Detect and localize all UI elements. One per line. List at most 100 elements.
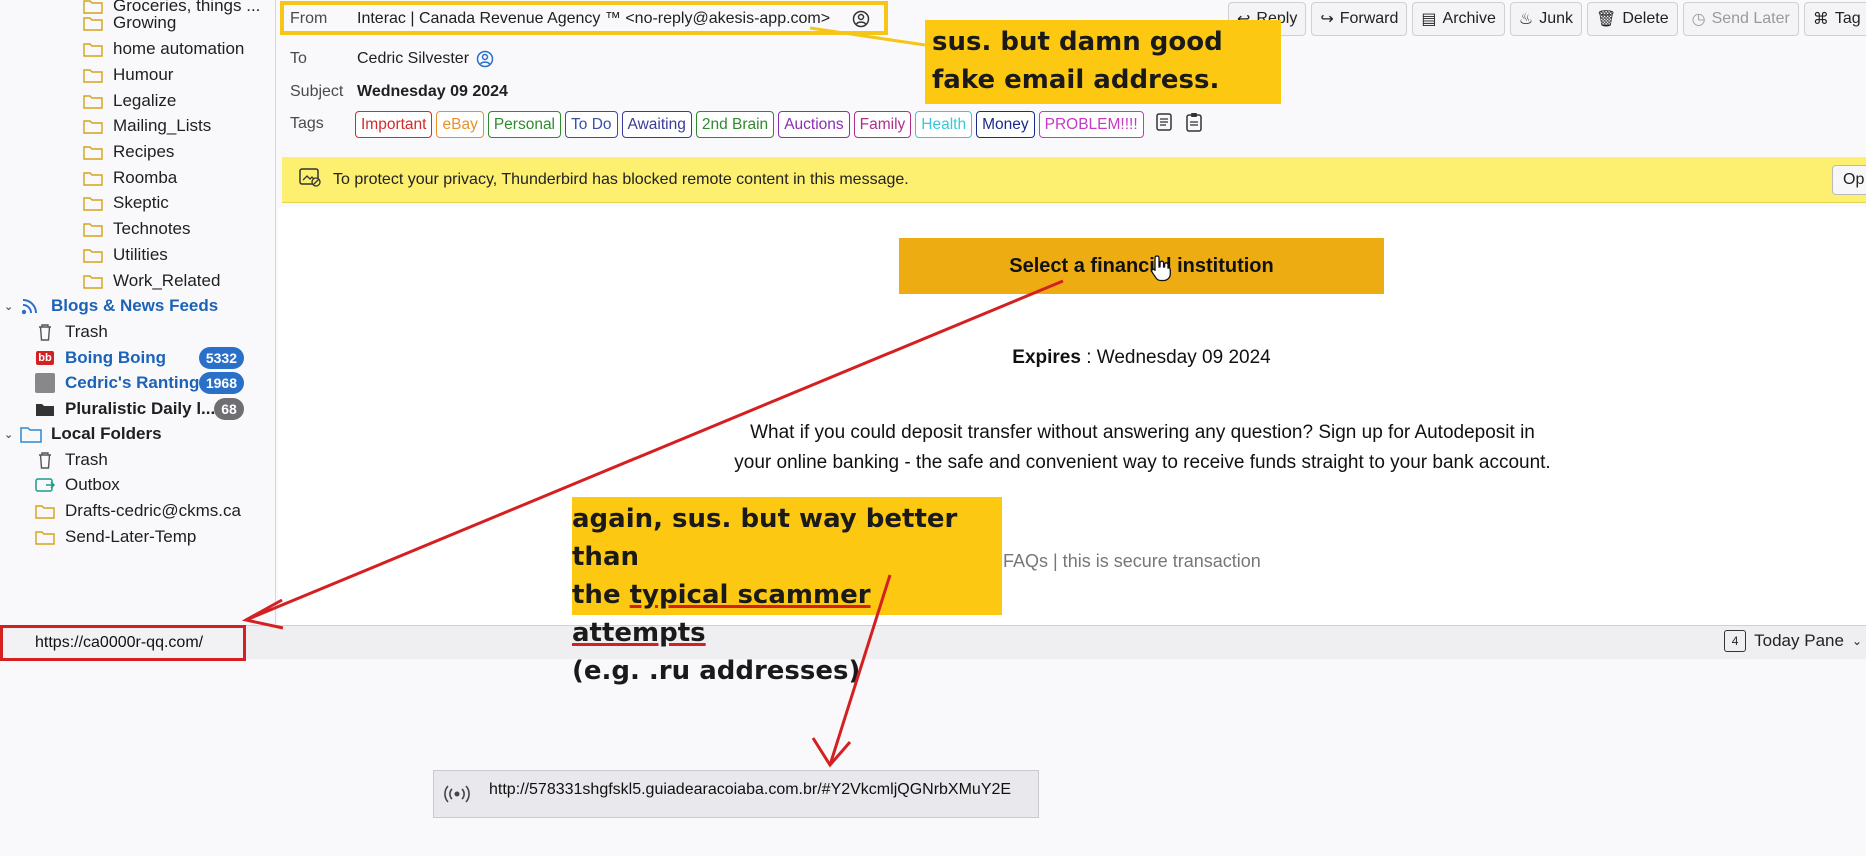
today-pane-label: Today Pane — [1754, 631, 1844, 650]
rss-feed-icon — [20, 297, 42, 315]
archive-icon: ▤ — [1421, 11, 1437, 28]
message-blurb: What if you could deposit transfer witho… — [734, 422, 1551, 473]
folder-label: Humour — [113, 65, 174, 84]
folder-label: Trash — [65, 450, 108, 469]
tag-personal[interactable]: Personal — [487, 111, 562, 138]
tag-list: Important eBay Personal To Do Awaiting 2… — [355, 111, 1204, 138]
local-trash[interactable]: Trash — [0, 447, 108, 473]
folder-label: Roomba — [113, 168, 178, 187]
tag-2nd-brain[interactable]: 2nd Brain — [695, 111, 775, 138]
trash-icon — [34, 323, 56, 341]
folder-label: Outbox — [65, 475, 120, 494]
today-pane-toggle[interactable]: 4 Today Pane ⌄ — [1724, 630, 1866, 652]
chevron-down-icon: ⌄ — [1851, 634, 1862, 648]
to-value[interactable]: Cedric Silvester — [357, 50, 469, 68]
clipboard-icon[interactable] — [1184, 112, 1204, 137]
avatar-icon — [34, 373, 56, 393]
folder-pane: Groceries, things ... Growing home autom… — [0, 0, 276, 625]
folder-label: Technotes — [113, 219, 191, 238]
tag-problem[interactable]: PROBLEM!!!! — [1038, 111, 1144, 138]
folder-utilities[interactable]: Utilities — [0, 242, 168, 268]
archive-button[interactable]: ▤ Archive — [1412, 2, 1505, 36]
trash-icon: 🗑 — [1596, 11, 1617, 28]
annotation-line: (e.g. .ru addresses) — [572, 656, 861, 686]
folder-mailing-lists[interactable]: Mailing_Lists — [0, 113, 211, 139]
feed-cedrics-rantings[interactable]: Cedric's Rantings 1968 — [0, 370, 262, 396]
folder-icon — [20, 425, 42, 443]
folder-icon — [82, 143, 104, 161]
tag-auctions[interactable]: Auctions — [778, 111, 850, 138]
broadcast-icon — [444, 785, 470, 808]
junk-button[interactable]: ♨ Junk — [1509, 2, 1583, 36]
tag-todo[interactable]: To Do — [565, 111, 618, 138]
folder-icon — [82, 66, 104, 84]
tag-health[interactable]: Health — [915, 111, 973, 138]
folder-label: Skeptic — [113, 193, 169, 212]
annotation-line: the typical scammer attempts — [572, 580, 871, 648]
folder-icon — [82, 40, 104, 58]
annotation-note-1: sus. but damn good fake email address. — [925, 20, 1281, 104]
feed-boing-boing[interactable]: bb Boing Boing 5332 — [0, 345, 262, 371]
folder-label: Work_Related — [113, 271, 221, 290]
folder-label: Utilities — [113, 245, 168, 264]
phishing-url: http://578331shgfskl5.guiadearacoiaba.co… — [489, 781, 1012, 798]
feed-trash[interactable]: Trash — [0, 319, 108, 345]
folder-label: Send-Later-Temp — [65, 527, 197, 546]
junk-icon: ♨ — [1518, 11, 1534, 28]
expires-value: : Wednesday 09 2024 — [1080, 347, 1271, 368]
folder-skeptic[interactable]: Skeptic — [0, 190, 169, 216]
second-status-strip: http://578331shgfskl5.guiadearacoiaba.co… — [433, 770, 1039, 818]
send-later-button[interactable]: ◷ Send Later — [1682, 2, 1799, 36]
folder-technotes[interactable]: Technotes — [0, 216, 191, 242]
local-send-later-temp[interactable]: Send-Later-Temp — [0, 524, 196, 550]
folder-legalize[interactable]: Legalize — [0, 88, 176, 114]
local-drafts[interactable]: Drafts-cedric@ckms.ca — [0, 498, 241, 524]
thunderbird-window: Groceries, things ... Growing home autom… — [0, 0, 1866, 856]
folder-icon — [82, 272, 104, 290]
arrowhead — [811, 737, 852, 768]
faqs-link[interactable]: FAQs | this is secure transaction — [1003, 551, 1261, 572]
subject-value: Wednesday 09 2024 — [357, 83, 508, 100]
forward-button[interactable]: ↪ Forward — [1311, 2, 1408, 36]
folder-icon — [34, 502, 56, 520]
tags-label: Tags — [290, 115, 324, 132]
tag-important[interactable]: Important — [355, 111, 433, 138]
tag-awaiting[interactable]: Awaiting — [621, 111, 692, 138]
tag-ebay[interactable]: eBay — [436, 111, 484, 138]
unread-count-badge: 5332 — [198, 347, 244, 369]
account-label: Local Folders — [51, 424, 162, 443]
folder-home-automation[interactable]: home automation — [0, 36, 244, 62]
chevron-down-icon[interactable]: ⌄ — [4, 428, 14, 441]
annotation-line: again, sus. but way better than — [572, 504, 958, 572]
folder-growing[interactable]: Growing — [0, 10, 176, 36]
chevron-down-icon[interactable]: ⌄ — [4, 300, 14, 313]
tag-button[interactable]: ⌘ Tag — [1803, 2, 1866, 36]
folder-label: home automation — [113, 39, 245, 58]
folder-humour[interactable]: Humour — [0, 62, 173, 88]
local-outbox[interactable]: Outbox — [0, 472, 120, 498]
options-button[interactable]: Op — [1832, 165, 1866, 195]
tag-family[interactable]: Family — [853, 111, 912, 138]
folder-icon — [82, 92, 104, 110]
folder-work-related[interactable]: Work_Related — [0, 268, 220, 294]
folder-recipes[interactable]: Recipes — [0, 139, 174, 165]
notification-text: To protect your privacy, Thunderbird has… — [333, 170, 909, 188]
folder-label: Growing — [113, 13, 177, 32]
folder-icon — [82, 246, 104, 264]
expires-label: Expires — [1012, 347, 1081, 368]
tag-icon: ⌘ — [1812, 11, 1829, 28]
subject-label: Subject — [290, 83, 344, 100]
folder-filled-icon — [34, 400, 56, 418]
unread-count-badge: 1968 — [198, 372, 244, 394]
notes-icon[interactable] — [1154, 112, 1174, 137]
feed-pluralistic[interactable]: Pluralistic Daily l... 68 — [0, 396, 262, 422]
folder-roomba[interactable]: Roomba — [0, 165, 177, 191]
account-blogs-news-feeds[interactable]: ⌄ Blogs & News Feeds — [0, 293, 218, 319]
account-label: Blogs & News Feeds — [51, 296, 219, 315]
account-local-folders[interactable]: ⌄ Local Folders — [0, 421, 162, 447]
folder-label: Boing Boing — [65, 348, 167, 367]
tag-money[interactable]: Money — [976, 111, 1035, 138]
contact-icon[interactable] — [476, 50, 494, 73]
select-institution-button[interactable]: Select a financial institution — [899, 238, 1384, 294]
delete-button[interactable]: 🗑 Delete — [1587, 2, 1678, 36]
